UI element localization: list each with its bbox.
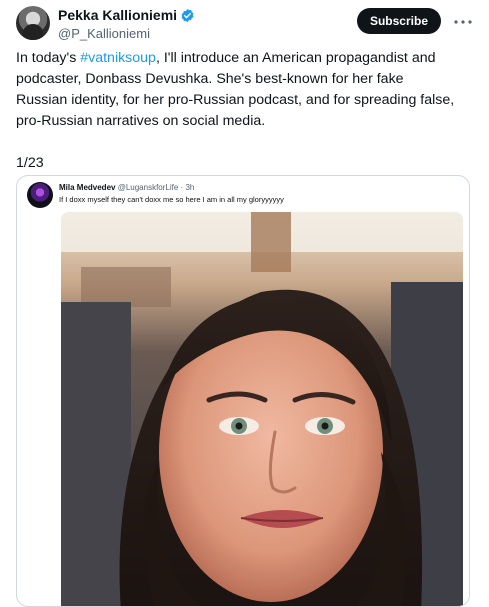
verified-badge-icon (181, 8, 194, 23)
tweet-prefix: In today's (16, 50, 81, 66)
selfie-photo (61, 212, 463, 606)
quoted-header: Mila Medvedev @LuganskforLife · 3h (59, 183, 194, 193)
quoted-tweet[interactable]: Mila Medvedev @LuganskforLife · 3h If I … (16, 175, 470, 607)
more-options-icon[interactable] (451, 10, 475, 34)
quoted-author-avatar[interactable] (27, 182, 53, 208)
hashtag-link[interactable]: #vatniksoup (80, 50, 156, 66)
author-info: Pekka Kallioniemi @P_Kallioniemi (58, 7, 195, 42)
tweet-body: In today's #vatniksoup, I'll introduce a… (16, 48, 456, 132)
author-name-row: Pekka Kallioniemi (58, 7, 195, 24)
tweet-header: Pekka Kallioniemi @P_Kallioniemi Subscri… (16, 6, 475, 42)
author-name[interactable]: Pekka Kallioniemi (58, 7, 177, 24)
author-avatar[interactable] (16, 6, 50, 40)
quoted-separator: · (180, 183, 184, 192)
tweet-text: In today's #vatniksoup, I'll introduce a… (16, 48, 456, 174)
quoted-author-handle[interactable]: @LuganskforLife (118, 183, 179, 192)
thread-counter: 1/23 (16, 155, 44, 171)
quoted-author-name[interactable]: Mila Medvedev (59, 183, 115, 192)
subscribe-button[interactable]: Subscribe (356, 8, 441, 34)
quoted-selfie-image[interactable] (61, 212, 463, 606)
author-handle[interactable]: @P_Kallioniemi (58, 25, 195, 42)
quoted-time[interactable]: 3h (185, 183, 194, 192)
quoted-text: If I doxx myself they can't doxx me so h… (59, 195, 284, 204)
